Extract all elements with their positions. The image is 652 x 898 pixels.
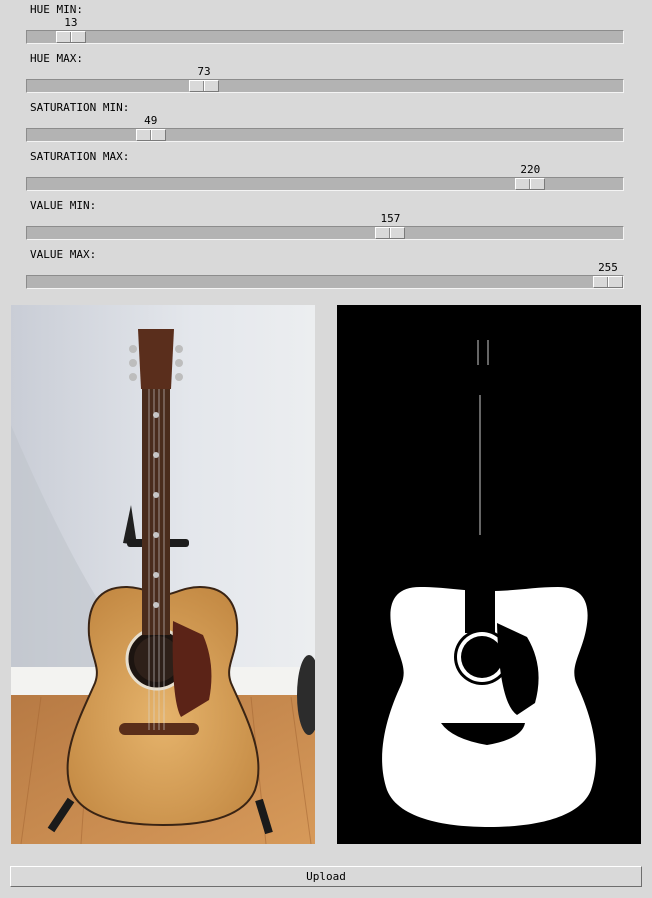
saturation-min-label: SATURATION MIN:: [30, 101, 130, 114]
guitar-mask-icon: [337, 305, 641, 844]
value-max-label: VALUE MAX:: [30, 248, 97, 261]
value-max-value: 255: [598, 261, 618, 274]
hue-min-value: 13: [64, 16, 78, 29]
saturation-min-value: 49: [144, 114, 158, 127]
mask-image: [337, 305, 641, 844]
value-min-label: VALUE MIN:: [30, 199, 97, 212]
saturation-max-label: SATURATION MAX:: [30, 150, 130, 163]
value-min-slider-thumb[interactable]: [375, 227, 406, 239]
hue-min-label: HUE MIN:: [30, 3, 83, 16]
hue-min-slider-thumb[interactable]: [55, 31, 86, 43]
saturation-max-slider-thumb[interactable]: [515, 178, 546, 190]
saturation-max-value: 220: [520, 163, 541, 176]
upload-button[interactable]: Upload: [10, 866, 642, 887]
hue-max-slider[interactable]: [26, 79, 624, 93]
value-min-slider[interactable]: [26, 226, 624, 240]
guitar-photo-icon: [11, 305, 315, 844]
hue-max-label: HUE MAX:: [30, 52, 83, 65]
hue-min-slider[interactable]: [26, 30, 624, 44]
value-max-slider-thumb[interactable]: [593, 276, 623, 288]
hue-max-slider-thumb[interactable]: [189, 80, 220, 92]
saturation-min-slider-thumb[interactable]: [135, 129, 166, 141]
value-max-slider[interactable]: [26, 275, 624, 289]
saturation-max-slider[interactable]: [26, 177, 624, 191]
value-min-value: 157: [380, 212, 401, 225]
original-image: [11, 305, 315, 844]
saturation-min-slider[interactable]: [26, 128, 624, 142]
hue-max-value: 73: [197, 65, 211, 78]
